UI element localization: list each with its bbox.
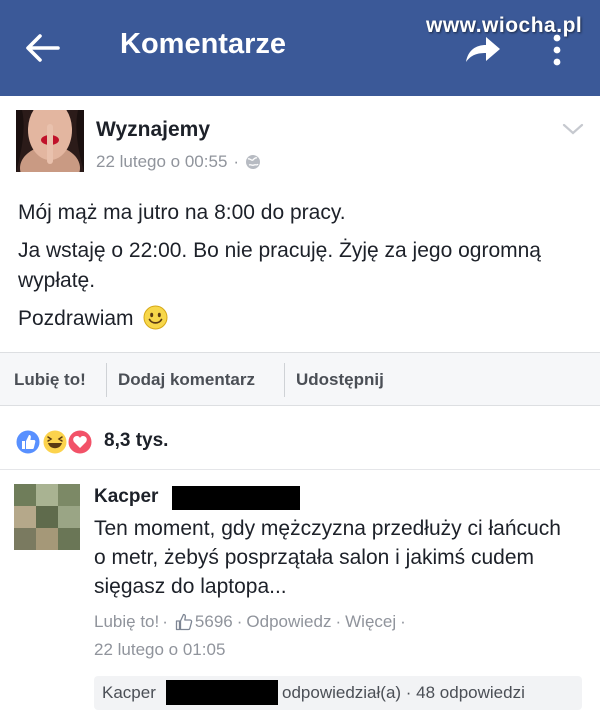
post-author[interactable]: Wyznajemy [96,118,210,142]
meta-separator: · [400,612,406,631]
page-avatar[interactable] [16,110,84,172]
watermark: www.wiocha.pl [426,14,583,37]
app-bar: Komentarze www.wiocha.pl [0,0,600,96]
reactions-bar[interactable]: 8,3 tys. [0,406,600,470]
like-button[interactable]: Lubię to! [14,370,86,390]
divider [106,363,107,397]
comment-reply-link[interactable]: Odpowiedz [246,612,331,632]
comment-text: Ten moment, gdy mężczyzna przedłuży ci ł… [94,517,561,598]
comment-author[interactable]: Kacper [94,486,158,508]
post-line-signoff: Pozdrawiam [18,304,588,334]
post-line: Mój mąż ma jutro na 8:00 do pracy. [18,201,346,224]
post-line: Pozdrawiam [18,307,134,330]
meta-separator: · [233,152,240,171]
reply-summary-text: odpowiedział(a) · 48 odpowiedzi [282,683,525,702]
thumbs-up-icon [175,613,193,631]
replies-summary[interactable]: Kacper odpowiedział(a) · 48 odpowiedzi [94,676,582,710]
love-reaction-icon [66,428,94,456]
smiley-icon [143,305,168,330]
share-icon[interactable] [462,34,502,64]
reply-author: Kacper [102,683,156,702]
page-title: Komentarze [120,28,286,60]
back-arrow-icon[interactable] [22,30,62,66]
globe-icon [246,155,261,169]
redaction-bar [172,486,300,510]
comment-more-link[interactable]: Więcej [345,612,396,632]
comment-like-link[interactable]: Lubię to! [94,612,159,632]
reaction-count[interactable]: 8,3 tys. [104,430,168,452]
redaction-bar [166,680,278,705]
comment-like-count[interactable]: 5696 [195,612,233,632]
divider [284,363,285,397]
comment: Kacper Ten moment, gdy mężczyzna przedłu… [0,470,600,720]
post-action-bar: Lubię to! Dodaj komentarz Udostępnij [0,352,600,406]
like-reaction-icon [14,428,42,456]
comment-button[interactable]: Dodaj komentarz [118,370,255,390]
chevron-down-icon[interactable] [562,122,584,136]
reaction-icons [14,428,94,456]
meta-separator: · [236,612,243,631]
meta-separator: · [335,612,342,631]
meta-separator: · [162,612,168,631]
post-card: Wyznajemy 22 lutego o 00:55 · Mój mąż ma… [0,96,600,352]
post-timestamp[interactable]: 22 lutego o 00:55 [96,152,227,172]
post-line: Ja wstaję o 22:00. Bo nie pracuję. Żyję … [18,239,541,292]
comment-timestamp[interactable]: 22 lutego o 01:05 [94,640,225,660]
post-body: Mój mąż ma jutro na 8:00 do pracy. Ja ws… [18,198,588,342]
commenter-avatar[interactable] [14,484,80,550]
haha-reaction-icon [41,428,69,456]
comment-actions: Lubię to! · 5696 · Odpowiedz · Więcej · [94,612,406,632]
post-meta: 22 lutego o 00:55 · [96,152,261,172]
share-button[interactable]: Udostępnij [296,370,384,390]
